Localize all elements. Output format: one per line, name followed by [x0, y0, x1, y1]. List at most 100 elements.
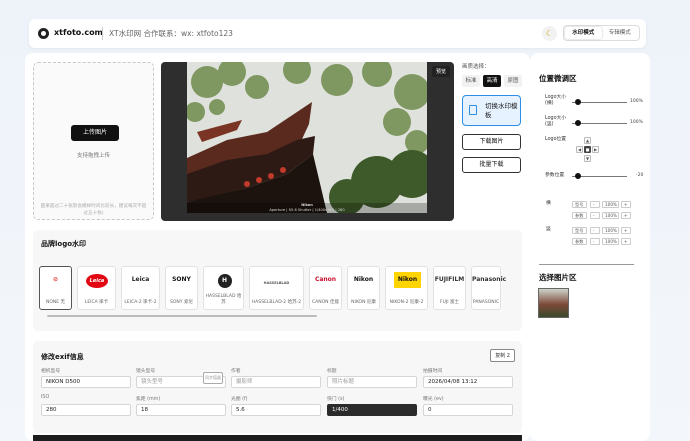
brand-item[interactable]: Nikon NIKON 尼康 [347, 266, 380, 310]
brand-logo-icon: Leica [131, 276, 150, 283]
exif-field-input[interactable]: 5.6 [231, 404, 321, 416]
exif-field-input[interactable]: 0 [423, 404, 513, 416]
upload-button[interactable]: 上传图片 [71, 125, 119, 141]
logo-size-v-slider[interactable] [574, 120, 581, 126]
horizontal-model-minus[interactable]: - [590, 201, 600, 208]
copy-exif-button[interactable]: 复制 2 [490, 349, 515, 362]
logo-size-h-label: Logo大小(横) [545, 95, 567, 106]
brand-item[interactable]: Panasonic PANASONIC [471, 266, 506, 310]
exif-field-value: 0 [428, 407, 432, 413]
exif-field-label: 焦距 (mm) [136, 397, 161, 402]
param-position-value: -20 [636, 173, 644, 178]
vertical-model-select[interactable]: 型号 [572, 227, 587, 234]
exif-field-value: 18 [141, 407, 148, 413]
center-icon[interactable]: ■ [584, 146, 591, 153]
brand-name: HASSELBLAD 哈苏 [205, 294, 242, 305]
brand-name: CANON 佳能 [312, 300, 339, 305]
vertical-box: 型号 - 100% + 参数 - 100% + [542, 223, 632, 249]
vertical-model-plus[interactable]: + [621, 227, 631, 234]
brand-item[interactable]: HASSELBLAD HASSELBLAD-2 哈苏-2 [249, 266, 304, 310]
exif-field-label: 曝光 (ev) [423, 397, 444, 402]
vertical-model-minus[interactable]: - [590, 227, 600, 234]
exif-field-input[interactable]: 2026/04/08 13:12 [423, 376, 513, 388]
brand-scrollbar[interactable] [47, 315, 317, 317]
brand-item[interactable]: H HASSELBLAD 哈苏 [203, 266, 244, 310]
upload-dropzone[interactable]: 上传图片 支持拖拽上传 国果超过二十张影会模样时间比较长，建议每次不超过五十张) [33, 62, 154, 220]
exif-field-label: 快门 (s) [327, 397, 345, 402]
brand-item[interactable]: FUJIFILM FUJI 富士 [433, 266, 466, 310]
brand-item[interactable]: SONY SONY 索尼 [165, 266, 198, 310]
quality-standard[interactable]: 标准 [462, 75, 480, 87]
vertical-param-select[interactable]: 参数 [572, 238, 587, 245]
vertical-param-minus[interactable]: - [590, 238, 600, 245]
exif-field-value: 镜头型号 [141, 379, 164, 385]
move-right-icon[interactable]: ▶ [592, 146, 599, 153]
param-position-slider[interactable] [574, 173, 581, 179]
mode-album-button[interactable]: 专辑模式 [602, 27, 639, 39]
top-header: xtfoto.com XT水印网 合作联系：wx: xtfoto123 ☾ 水印… [29, 19, 646, 48]
exif-field-input[interactable]: 1/400 [327, 404, 417, 416]
preview-tag[interactable]: 预览 [431, 66, 450, 77]
horizontal-param-value[interactable]: 100% [602, 212, 619, 219]
dark-mode-toggle-icon[interactable]: ☾ [542, 26, 557, 41]
move-up-icon[interactable]: ▲ [584, 137, 591, 144]
brand-item[interactable]: Leica LEICA-2 徕卡-2 [121, 266, 160, 310]
exif-field-value: 摄影师 [236, 379, 253, 385]
horizontal-model-plus[interactable]: + [621, 201, 631, 208]
horizontal-param-select[interactable]: 参数 [572, 212, 587, 219]
brand-item[interactable]: Leica LEICA 徕卡 [77, 266, 116, 310]
brand-name: FUJI 富士 [440, 300, 459, 305]
brand-name: NIKON-2 尼康-2 [389, 300, 424, 305]
brand-item[interactable]: Canon CANON 佳能 [309, 266, 342, 310]
exif-field-label: 拍摄时间 [423, 369, 443, 374]
horizontal-param-minus[interactable]: - [590, 212, 600, 219]
brand-name: NONE 无 [45, 300, 66, 305]
quality-options: 标准 高清 原图 [462, 75, 522, 87]
mode-watermark-button[interactable]: 水印模式 [565, 27, 602, 39]
bottom-preview-strip [33, 435, 522, 441]
brand-item[interactable]: ⊘ NONE 无 [39, 266, 72, 310]
move-down-icon[interactable]: ▼ [584, 155, 591, 162]
exif-field-value: 2026/04/08 13:12 [428, 379, 478, 385]
horizontal-box: 型号 - 100% + 参数 - 100% + [542, 197, 632, 223]
logo-size-h-slider[interactable] [574, 99, 581, 105]
brand-section-title: 品牌logo水印 [41, 240, 87, 248]
download-button[interactable]: 下载图片 [462, 134, 521, 150]
sync-lens-button[interactable]: 同步值器 [203, 372, 223, 384]
quality-hd[interactable]: 高清 [483, 75, 501, 87]
brand-logo-icon: Nikon [394, 272, 421, 288]
brand-name: NIKON 尼康 [351, 300, 376, 305]
brand-name: LEICA-2 徕卡-2 [124, 300, 157, 305]
quality-original[interactable]: 原图 [504, 75, 522, 87]
vertical-param-plus[interactable]: + [621, 238, 631, 245]
exif-field-input[interactable]: 280 [41, 404, 131, 416]
horizontal-param-plus[interactable]: + [621, 212, 631, 219]
preview-frame: Nikon Aperture | f/5.6 Shutter | 1/400s … [161, 62, 454, 221]
exif-field-label: 相机型号 [41, 369, 61, 374]
exif-field-input[interactable]: 镜头型号 同步值器 [136, 372, 226, 388]
switch-template-button[interactable]: 切换水印模板 [462, 95, 521, 126]
exif-field-input[interactable]: 摄影师 [231, 376, 321, 388]
selected-image-thumbnail[interactable] [538, 288, 569, 318]
site-logo-icon[interactable] [38, 28, 49, 39]
vertical-param-value[interactable]: 100% [602, 238, 619, 245]
move-left-icon[interactable]: ◀ [576, 146, 583, 153]
brand-logo-icon: H [217, 274, 232, 288]
exif-field-input[interactable]: 照片标题 [327, 376, 417, 388]
exif-field-input[interactable]: NIKON D500 [41, 376, 131, 388]
vertical-model-value[interactable]: 100% [602, 227, 619, 234]
batch-download-button[interactable]: 批量下载 [462, 157, 521, 173]
exif-field-input[interactable]: 18 [136, 404, 226, 416]
exif-field-value: 照片标题 [332, 379, 355, 385]
temple-photo-illustration [187, 62, 427, 213]
horizontal-model-select[interactable]: 型号 [572, 201, 587, 208]
select-panel-title: 选择图片区 [539, 273, 577, 282]
brand-list: ⊘ NONE 无 Leica LEICA 徕卡 Leica LEICA-2 徕卡-2 SON… [39, 266, 516, 310]
brand-item[interactable]: Nikon NIKON-2 尼康-2 [385, 266, 428, 310]
brand-logo-icon: Leica [86, 274, 108, 288]
header-divider [102, 27, 103, 40]
horizontal-model-value[interactable]: 100% [602, 201, 619, 208]
site-name[interactable]: xtfoto.com [54, 28, 103, 37]
brand-name: SONY 索尼 [170, 300, 193, 305]
upload-note: 国果超过二十张影会模样时间比较长，建议每次不超过五十张) [40, 204, 147, 216]
